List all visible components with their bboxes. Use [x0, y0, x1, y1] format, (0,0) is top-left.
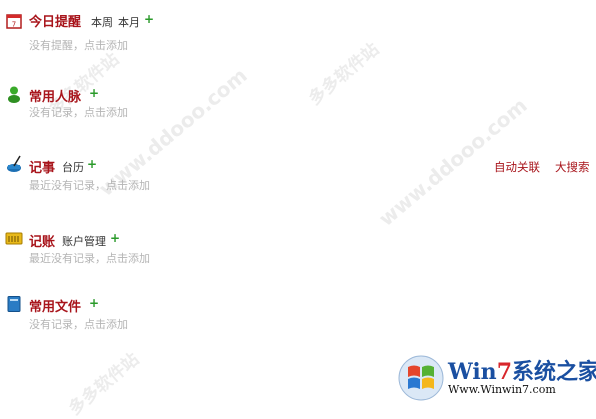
ledger-empty-text[interactable]: 最近没有记录，点击添加 — [29, 250, 150, 266]
logo-brand-7: 7 — [496, 359, 512, 385]
ledger-title[interactable]: 记账 — [29, 231, 55, 250]
contacts-add-button[interactable]: + — [89, 86, 99, 100]
notes-calendar-link[interactable]: 台历 — [62, 159, 84, 175]
windows-logo-icon — [398, 355, 444, 401]
win7-logo: Win7系统之家 Www.Winwin7.com — [398, 352, 596, 404]
files-title[interactable]: 常用文件 — [29, 296, 81, 315]
reminder-month-link[interactable]: 本月 — [118, 14, 140, 30]
auto-link-button[interactable]: 自动关联 — [494, 159, 540, 175]
account-management-link[interactable]: 账户管理 — [62, 233, 106, 249]
calendar-icon: 7 — [6, 14, 22, 29]
book-icon — [7, 296, 21, 312]
files-empty-text[interactable]: 没有记录，点击添加 — [29, 316, 128, 332]
reminder-empty-text[interactable]: 没有提醒，点击添加 — [29, 37, 128, 53]
watermark-cn-3: 多多软件站 — [65, 349, 144, 419]
reminder-week-link[interactable]: 本周 — [91, 14, 113, 30]
files-add-button[interactable]: + — [89, 296, 99, 310]
big-search-button[interactable]: 大搜索 — [555, 159, 590, 175]
logo-brand-win: Win — [448, 359, 497, 385]
notes-title[interactable]: 记事 — [29, 157, 55, 176]
reminder-title[interactable]: 今日提醒 — [29, 11, 81, 30]
logo-brand-rest: 系统之家 — [512, 359, 596, 385]
svg-text:7: 7 — [12, 21, 16, 29]
inkpot-pen-icon — [7, 155, 21, 172]
notes-empty-text[interactable]: 最近没有记录，点击添加 — [29, 177, 150, 193]
watermark-cn-2: 多多软件站 — [305, 39, 384, 110]
contacts-title[interactable]: 常用人脉 — [29, 86, 81, 105]
logo-brand: Win7系统之家 — [448, 354, 596, 386]
contacts-empty-text[interactable]: 没有记录，点击添加 — [29, 104, 128, 120]
reminder-add-button[interactable]: + — [144, 12, 154, 26]
person-icon — [8, 86, 20, 103]
ledger-add-button[interactable]: + — [110, 231, 120, 245]
logo-url: Www.Winwin7.com — [448, 383, 556, 396]
ledger-icon — [5, 232, 23, 245]
notes-add-button[interactable]: + — [87, 157, 97, 171]
